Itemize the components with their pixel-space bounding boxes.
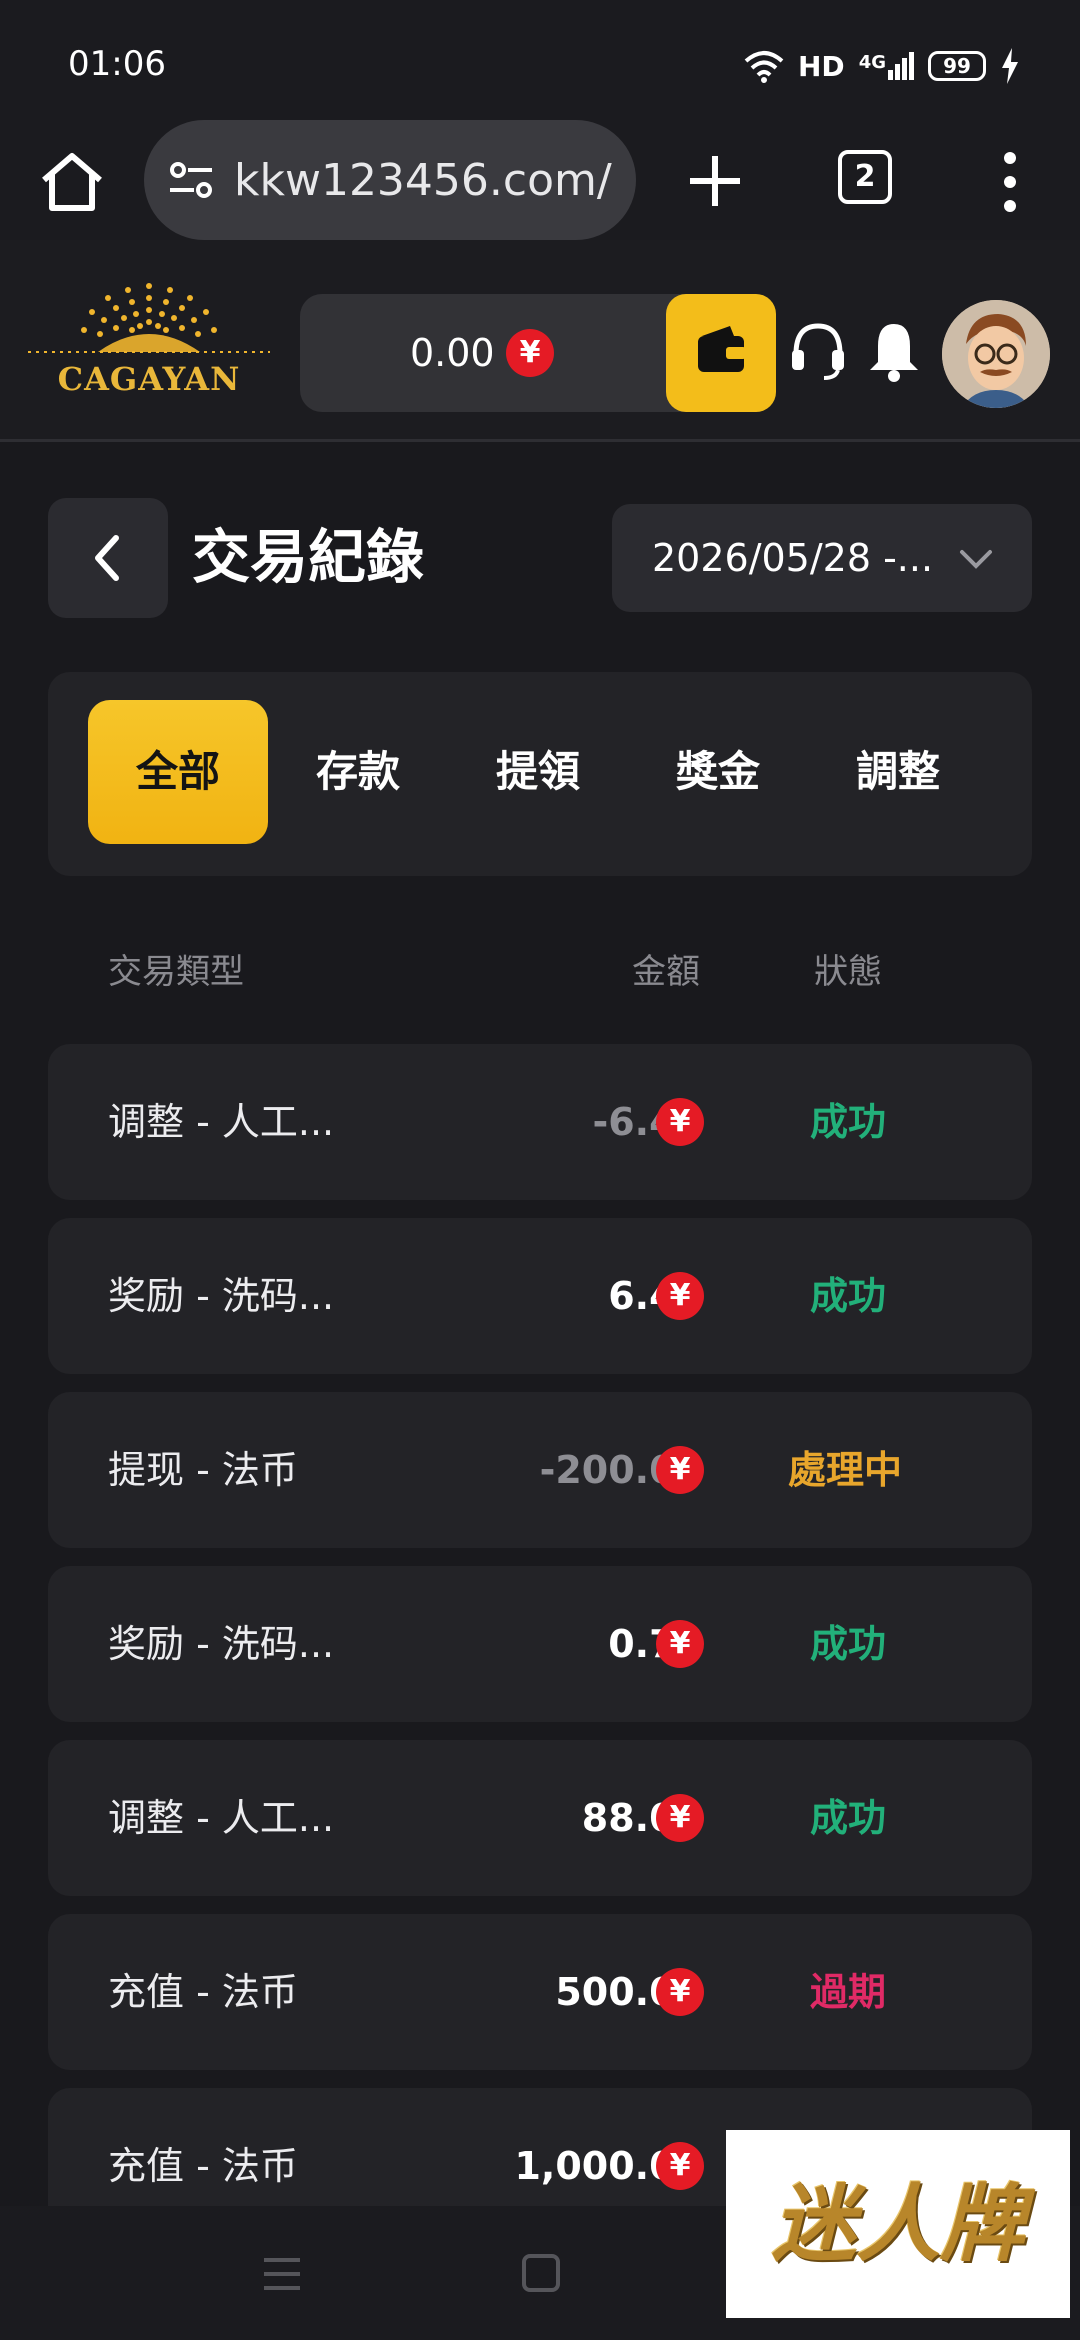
column-header-status: 狀態: [814, 952, 882, 992]
page-title: 交易紀錄: [192, 523, 425, 591]
tab-withdraw[interactable]: 提領: [448, 700, 628, 844]
more-options-icon[interactable]: [980, 146, 1040, 218]
table-row[interactable]: 充值 - 法币 500.00 ¥ 過期: [48, 1914, 1032, 2070]
watermark-text: 迷人牌: [771, 2174, 1024, 2273]
row-type: 奖励 - 洗码...: [108, 1274, 335, 1318]
row-type: 调整 - 人工...: [108, 1796, 335, 1840]
yen-currency-icon: ¥: [656, 1620, 704, 1668]
table-row[interactable]: 调整 - 人工... 88.00 ¥ 成功: [48, 1740, 1032, 1896]
user-avatar[interactable]: [942, 300, 1050, 408]
wallet-icon: [698, 326, 746, 372]
tab-all[interactable]: 全部: [88, 700, 268, 844]
wallet-button[interactable]: [666, 294, 776, 412]
home-nav-icon[interactable]: [522, 2254, 560, 2292]
yen-currency-icon: ¥: [506, 329, 554, 377]
network-type: 4G: [858, 52, 886, 73]
status-success: 成功: [810, 1622, 887, 1666]
headset-support-icon[interactable]: [786, 318, 850, 384]
site-header: CAGAYAN 0.00 ¥: [0, 240, 1080, 442]
column-header-amount: 金額: [632, 952, 700, 992]
bell-notification-icon[interactable]: [862, 318, 926, 384]
home-icon[interactable]: [36, 146, 108, 218]
tab-deposit[interactable]: 存款: [268, 700, 448, 844]
site-settings-icon[interactable]: [166, 155, 216, 205]
site-logo[interactable]: CAGAYAN: [28, 276, 270, 402]
logo-text: CAGAYAN: [57, 360, 241, 398]
table-row[interactable]: 奖励 - 洗码... 6.41 ¥ 成功: [48, 1218, 1032, 1374]
battery-icon: 99: [928, 51, 986, 81]
status-success: 成功: [810, 1796, 887, 1840]
tab-switcher-button[interactable]: 2: [838, 150, 892, 204]
signal-icon: 4G: [859, 52, 914, 80]
date-range-select[interactable]: 2026/05/28 -...: [612, 504, 1032, 612]
charging-icon: [1002, 48, 1018, 84]
address-bar[interactable]: kkw123456.com/: [144, 120, 636, 240]
watermark-logo: 迷人牌: [726, 2130, 1070, 2318]
status-icons: HD 4G 99: [744, 44, 1020, 88]
recent-apps-icon[interactable]: [262, 2256, 302, 2292]
row-type: 充值 - 法币: [108, 1970, 298, 2014]
back-button[interactable]: [48, 498, 168, 618]
status-bar: 01:06 HD 4G 99: [0, 0, 1080, 120]
avatar-image: [942, 300, 1050, 408]
row-type: 提现 - 法币: [108, 1448, 298, 1492]
column-header-type: 交易類型: [108, 952, 244, 992]
browser-toolbar: kkw123456.com/ 2: [0, 120, 1080, 240]
yen-currency-icon: ¥: [656, 2142, 704, 2190]
balance-value: 0.00: [410, 331, 495, 375]
status-expired: 過期: [810, 1970, 887, 2014]
yen-currency-icon: ¥: [656, 1446, 704, 1494]
wifi-icon: [744, 51, 784, 83]
table-row[interactable]: 提现 - 法币 -200.00 ¥ 處理中: [48, 1392, 1032, 1548]
status-time: 01:06: [68, 44, 166, 84]
url-text[interactable]: kkw123456.com/: [234, 155, 614, 206]
chevron-left-icon: [95, 535, 119, 581]
tab-bonus[interactable]: 獎金: [628, 700, 808, 844]
status-processing: 處理中: [788, 1448, 903, 1492]
new-tab-icon[interactable]: [680, 146, 750, 216]
hd-indicator: HD: [798, 49, 845, 83]
table-row[interactable]: 调整 - 人工... -6.48 ¥ 成功: [48, 1044, 1032, 1200]
row-type: 奖励 - 洗码...: [108, 1622, 335, 1666]
sunburst-logo-icon: [28, 283, 270, 353]
chevron-down-icon: [960, 550, 992, 569]
yen-currency-icon: ¥: [656, 1098, 704, 1146]
row-type: 调整 - 人工...: [108, 1100, 335, 1144]
yen-currency-icon: ¥: [656, 1794, 704, 1842]
status-success: 成功: [810, 1274, 887, 1318]
filter-tabs: 全部 存款 提領 獎金 調整: [48, 672, 1032, 876]
status-success: 成功: [810, 1100, 887, 1144]
tab-adjustment[interactable]: 調整: [808, 700, 988, 844]
date-range-value: 2026/05/28 -...: [652, 536, 934, 580]
yen-currency-icon: ¥: [656, 1968, 704, 2016]
table-row[interactable]: 奖励 - 洗码... 0.77 ¥ 成功: [48, 1566, 1032, 1722]
yen-currency-icon: ¥: [656, 1272, 704, 1320]
